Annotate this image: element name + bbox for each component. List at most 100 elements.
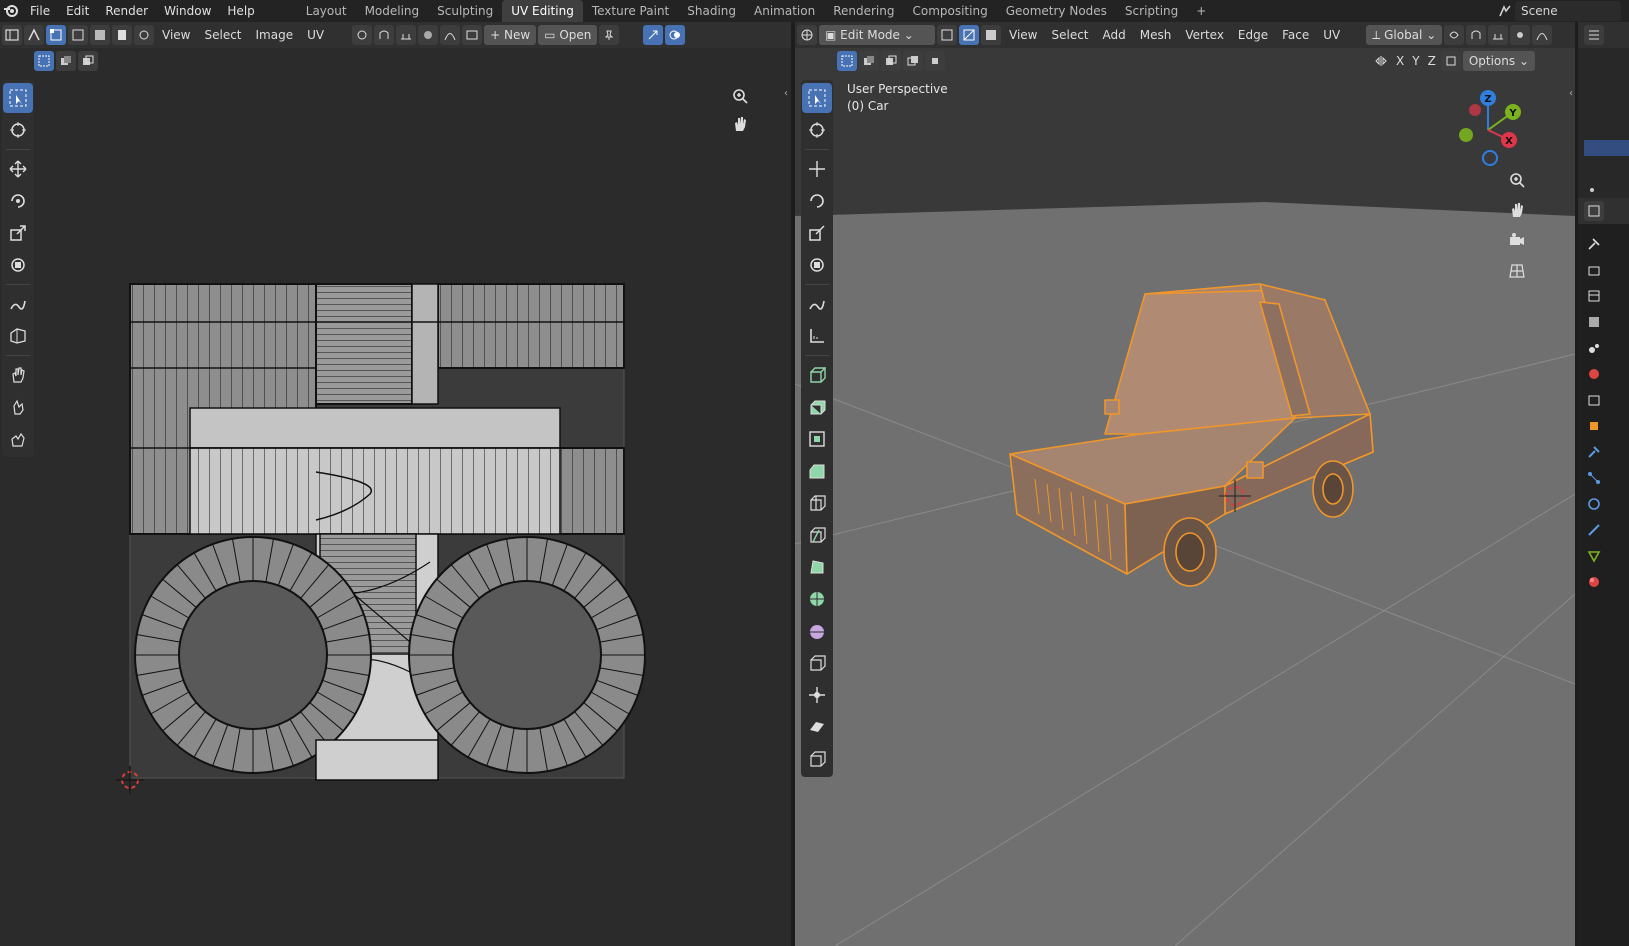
grab-tool-icon[interactable] xyxy=(3,360,33,390)
extrude-tool-icon[interactable] xyxy=(802,392,832,422)
vp-select-extend-icon[interactable] xyxy=(859,51,879,71)
uv-menu-image[interactable]: Image xyxy=(250,25,300,45)
inset-tool-icon[interactable] xyxy=(802,424,832,454)
menu-help[interactable]: Help xyxy=(219,0,262,22)
vp-zoom-icon[interactable] xyxy=(1505,168,1529,192)
transform-orientation-selector[interactable]: ⟂ Global ⌄ xyxy=(1366,25,1443,45)
blender-logo-icon[interactable] xyxy=(0,0,22,22)
tab-rendering[interactable]: Rendering xyxy=(824,0,903,22)
move-tool-icon[interactable] xyxy=(3,154,33,184)
vp-sidebar-toggle-icon[interactable]: ‹ xyxy=(1569,88,1573,99)
mode-selector[interactable]: ▣ Edit Mode ⌄ xyxy=(819,25,935,45)
pinch-tool-icon[interactable] xyxy=(3,424,33,454)
view-layer-props-icon[interactable] xyxy=(1584,312,1604,332)
options-dropdown[interactable]: Options ⌄ xyxy=(1462,51,1535,71)
vp-annotate-tool-icon[interactable] xyxy=(802,289,832,319)
collection-props-icon[interactable] xyxy=(1584,390,1604,410)
uv-menu-select[interactable]: Select xyxy=(198,25,247,45)
tab-geometry-nodes[interactable]: Geometry Nodes xyxy=(997,0,1116,22)
loop-cut-tool-icon[interactable] xyxy=(802,488,832,518)
outliner-active-row[interactable] xyxy=(1584,140,1629,156)
vp-move-tool-icon[interactable] xyxy=(802,154,832,184)
select-new-icon[interactable] xyxy=(34,51,54,71)
auto-merge-icon[interactable] xyxy=(1440,51,1461,71)
vp-transform-tool-icon[interactable] xyxy=(802,250,832,280)
vp-cursor-tool-icon[interactable] xyxy=(802,115,832,145)
physics-props-icon[interactable] xyxy=(1584,494,1604,514)
camera-view-icon[interactable] xyxy=(1505,228,1529,252)
open-image-button[interactable]: ▭ Open xyxy=(538,25,598,45)
vertex-mode-icon[interactable] xyxy=(937,25,957,45)
vp-select-intersect-icon[interactable] xyxy=(925,51,945,71)
particles-props-icon[interactable] xyxy=(1584,468,1604,488)
face-mode-icon[interactable] xyxy=(981,25,1001,45)
vp-proportional-icon[interactable] xyxy=(1510,25,1531,45)
spin-tool-icon[interactable] xyxy=(802,584,832,614)
falloff-icon[interactable] xyxy=(440,25,461,45)
measure-tool-icon[interactable] xyxy=(802,321,832,351)
world-props-icon[interactable] xyxy=(1584,364,1604,384)
tab-modeling[interactable]: Modeling xyxy=(356,0,429,22)
poly-build-tool-icon[interactable] xyxy=(802,552,832,582)
proportional-edit-icon[interactable] xyxy=(418,25,439,45)
vp-select-invert-icon[interactable] xyxy=(903,51,923,71)
vp-select-new-icon[interactable] xyxy=(837,51,857,71)
snap-icon[interactable] xyxy=(374,25,395,45)
tab-sculpting[interactable]: Sculpting xyxy=(428,0,502,22)
vp-menu-face[interactable]: Face xyxy=(1276,25,1315,45)
vertex-select-mode-icon[interactable] xyxy=(46,25,66,45)
tab-layout[interactable]: Layout xyxy=(297,0,356,22)
relax-tool-icon[interactable] xyxy=(3,392,33,422)
pan-hand-icon[interactable] xyxy=(728,112,752,136)
transform-pivot-icon[interactable] xyxy=(1444,25,1465,45)
material-props-icon[interactable] xyxy=(1584,572,1604,592)
face-select-mode-icon[interactable] xyxy=(90,25,110,45)
mirror-y-toggle[interactable]: Y xyxy=(1409,51,1422,71)
scene-icon[interactable] xyxy=(1495,1,1515,21)
pin-icon[interactable] xyxy=(599,25,620,45)
vp-menu-select[interactable]: Select xyxy=(1045,25,1094,45)
vp-pan-hand-icon[interactable] xyxy=(1505,198,1529,222)
knife-tool-icon[interactable] xyxy=(802,520,832,550)
vp-select-box-tool-icon[interactable] xyxy=(802,83,832,113)
3d-scene-canvas[interactable] xyxy=(795,74,1575,946)
data-props-icon[interactable] xyxy=(1584,546,1604,566)
cursor-tool-icon[interactable] xyxy=(3,115,33,145)
mirror-x-toggle[interactable]: X xyxy=(1393,51,1407,71)
rip-region-tool-icon[interactable] xyxy=(802,744,832,774)
mirror-z-toggle[interactable]: Z xyxy=(1425,51,1439,71)
vp-menu-add[interactable]: Add xyxy=(1097,25,1132,45)
editor-type-icon[interactable] xyxy=(2,25,22,45)
vp-select-subtract-icon[interactable] xyxy=(881,51,901,71)
render-props-icon[interactable] xyxy=(1584,260,1604,280)
zoom-icon[interactable] xyxy=(728,84,752,108)
scale-tool-icon[interactable] xyxy=(3,218,33,248)
edge-mode-icon[interactable] xyxy=(959,25,979,45)
vp-menu-vertex[interactable]: Vertex xyxy=(1179,25,1230,45)
vp-rotate-tool-icon[interactable] xyxy=(802,186,832,216)
sidebar-toggle-icon[interactable]: ‹ xyxy=(784,88,788,99)
scene-props-icon[interactable] xyxy=(1584,338,1604,358)
image-browse-icon[interactable] xyxy=(462,25,483,45)
properties-type-icon[interactable] xyxy=(1584,201,1604,221)
snap-target-icon[interactable] xyxy=(396,25,417,45)
tab-scripting[interactable]: Scripting xyxy=(1116,0,1187,22)
uv-menu-uv[interactable]: UV xyxy=(301,25,330,45)
island-select-mode-icon[interactable] xyxy=(112,25,132,45)
menu-edit[interactable]: Edit xyxy=(58,0,97,22)
menu-window[interactable]: Window xyxy=(156,0,219,22)
gizmo-neg-y[interactable] xyxy=(1459,128,1473,142)
shrink-fatten-tool-icon[interactable] xyxy=(802,680,832,710)
uv-island-map[interactable] xyxy=(110,262,650,812)
add-cube-tool-icon[interactable] xyxy=(802,360,832,390)
new-image-button[interactable]: + New xyxy=(484,25,537,45)
smooth-tool-icon[interactable] xyxy=(802,616,832,646)
modifier-props-icon[interactable] xyxy=(1584,442,1604,462)
select-box-tool-icon[interactable] xyxy=(3,83,33,113)
menu-file[interactable]: File xyxy=(22,0,58,22)
mirror-icon[interactable] xyxy=(1371,51,1391,71)
vp-falloff-icon[interactable] xyxy=(1532,25,1553,45)
shear-tool-icon[interactable] xyxy=(802,712,832,742)
uv-sync-icon[interactable] xyxy=(24,25,44,45)
constraints-props-icon[interactable] xyxy=(1584,520,1604,540)
